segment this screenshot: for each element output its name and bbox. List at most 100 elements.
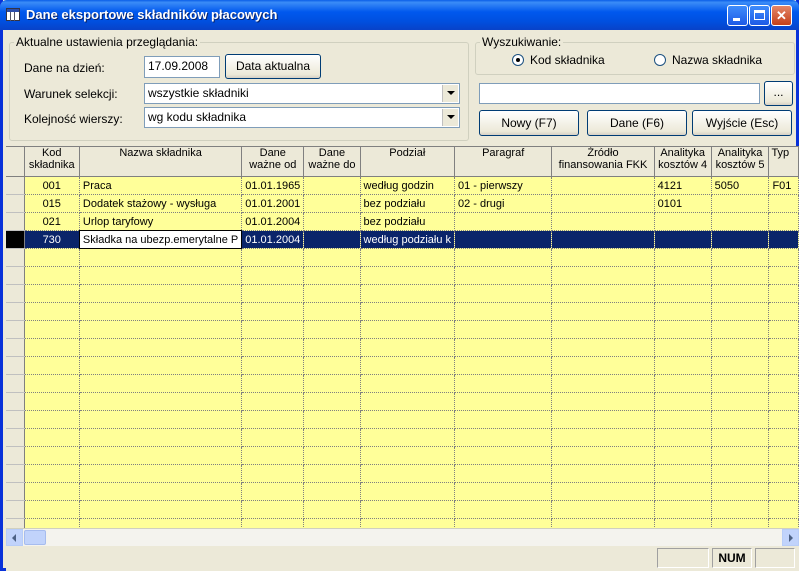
- table-cell[interactable]: [454, 482, 553, 501]
- row-indicator[interactable]: [6, 482, 25, 501]
- table-cell[interactable]: [360, 482, 456, 501]
- table-cell[interactable]: [711, 428, 770, 447]
- table-cell[interactable]: [551, 194, 655, 213]
- table-cell[interactable]: [24, 320, 80, 339]
- row-indicator[interactable]: [6, 356, 25, 375]
- table-cell[interactable]: [303, 230, 361, 249]
- table-cell[interactable]: [454, 248, 553, 267]
- table-cell[interactable]: [303, 464, 361, 483]
- table-cell[interactable]: [551, 428, 655, 447]
- table-cell[interactable]: [303, 212, 361, 231]
- table-cell[interactable]: Składka na ubezp.emerytalne P: [78, 230, 243, 249]
- table-cell[interactable]: 4121: [654, 176, 712, 195]
- table-cell[interactable]: [654, 428, 712, 447]
- table-cell[interactable]: [360, 392, 456, 411]
- table-cell[interactable]: 01.01.2001: [241, 194, 305, 213]
- table-cell[interactable]: [454, 320, 553, 339]
- table-cell[interactable]: [79, 302, 243, 321]
- table-row[interactable]: [6, 392, 799, 411]
- table-cell[interactable]: [711, 230, 770, 249]
- table-cell[interactable]: [654, 212, 712, 231]
- column-header[interactable]: Analityka kosztów 5: [711, 147, 770, 177]
- table-cell[interactable]: [551, 356, 655, 375]
- order-select[interactable]: wg kodu składnika: [144, 107, 460, 128]
- table-cell[interactable]: [24, 356, 80, 375]
- table-row[interactable]: [6, 356, 799, 375]
- table-row[interactable]: [6, 302, 799, 321]
- table-cell[interactable]: [303, 428, 361, 447]
- table-cell[interactable]: [768, 248, 799, 267]
- new-button[interactable]: Nowy (F7): [479, 110, 579, 136]
- table-cell[interactable]: [711, 482, 770, 501]
- exit-button[interactable]: Wyjście (Esc): [692, 110, 792, 136]
- table-cell[interactable]: [711, 194, 770, 213]
- title-bar[interactable]: Dane eksportowe składników płacowych ✕: [0, 0, 799, 30]
- table-cell[interactable]: 021: [24, 212, 80, 231]
- radio-code[interactable]: [512, 54, 524, 66]
- table-cell[interactable]: [360, 302, 456, 321]
- table-cell[interactable]: [241, 482, 305, 501]
- table-row[interactable]: [6, 266, 799, 285]
- chevron-down-icon[interactable]: [442, 85, 458, 102]
- table-cell[interactable]: [303, 176, 361, 195]
- row-indicator[interactable]: [6, 446, 25, 465]
- table-cell[interactable]: [454, 266, 553, 285]
- table-cell[interactable]: [360, 320, 456, 339]
- column-header[interactable]: Typ: [768, 147, 799, 177]
- table-row[interactable]: [6, 410, 799, 429]
- table-cell[interactable]: [768, 446, 799, 465]
- table-cell[interactable]: Urlop taryfowy: [79, 212, 243, 231]
- row-indicator[interactable]: [6, 464, 25, 483]
- table-cell[interactable]: bez podziału: [360, 194, 456, 213]
- table-cell[interactable]: [768, 320, 799, 339]
- row-indicator[interactable]: [6, 338, 25, 357]
- table-cell[interactable]: 02 - drugi: [454, 194, 553, 213]
- chevron-down-icon[interactable]: [442, 109, 458, 126]
- table-cell[interactable]: [654, 284, 712, 303]
- table-cell[interactable]: 0101: [654, 194, 712, 213]
- table-row[interactable]: [6, 248, 799, 267]
- table-cell[interactable]: [24, 428, 80, 447]
- table-cell[interactable]: [241, 248, 305, 267]
- table-cell[interactable]: [303, 410, 361, 429]
- table-row[interactable]: [6, 320, 799, 339]
- table-cell[interactable]: 5050: [711, 176, 770, 195]
- table-cell[interactable]: [454, 230, 553, 249]
- table-cell[interactable]: [79, 482, 243, 501]
- table-cell[interactable]: [360, 428, 456, 447]
- row-indicator[interactable]: [6, 212, 25, 231]
- table-cell[interactable]: [454, 446, 553, 465]
- table-cell[interactable]: [24, 248, 80, 267]
- table-cell[interactable]: [24, 374, 80, 393]
- column-header[interactable]: Źródło finansowania FKK: [551, 147, 655, 177]
- column-header[interactable]: Paragraf: [454, 147, 553, 177]
- row-indicator[interactable]: [6, 176, 25, 195]
- table-cell[interactable]: [711, 266, 770, 285]
- table-cell[interactable]: [454, 338, 553, 357]
- date-field[interactable]: 17.09.2008: [144, 56, 220, 78]
- table-cell[interactable]: [241, 392, 305, 411]
- row-indicator[interactable]: [6, 428, 25, 447]
- table-cell[interactable]: [79, 320, 243, 339]
- row-indicator[interactable]: [6, 374, 25, 393]
- table-cell[interactable]: [241, 320, 305, 339]
- table-cell[interactable]: Praca: [79, 176, 243, 195]
- table-cell[interactable]: [711, 248, 770, 267]
- scroll-thumb[interactable]: [24, 530, 46, 545]
- row-indicator[interactable]: [6, 500, 25, 519]
- table-cell[interactable]: według godzin: [360, 176, 456, 195]
- table-cell[interactable]: [654, 374, 712, 393]
- table-cell[interactable]: 01.01.1965: [241, 176, 305, 195]
- table-cell[interactable]: [454, 410, 553, 429]
- table-cell[interactable]: [360, 248, 456, 267]
- table-cell[interactable]: [241, 428, 305, 447]
- table-cell[interactable]: [24, 338, 80, 357]
- table-cell[interactable]: [360, 374, 456, 393]
- column-header[interactable]: Podział: [360, 147, 456, 177]
- table-cell[interactable]: [768, 500, 799, 519]
- table-cell[interactable]: [551, 320, 655, 339]
- table-cell[interactable]: [241, 302, 305, 321]
- table-cell[interactable]: [711, 212, 770, 231]
- table-cell[interactable]: [24, 284, 80, 303]
- table-cell[interactable]: [303, 248, 361, 267]
